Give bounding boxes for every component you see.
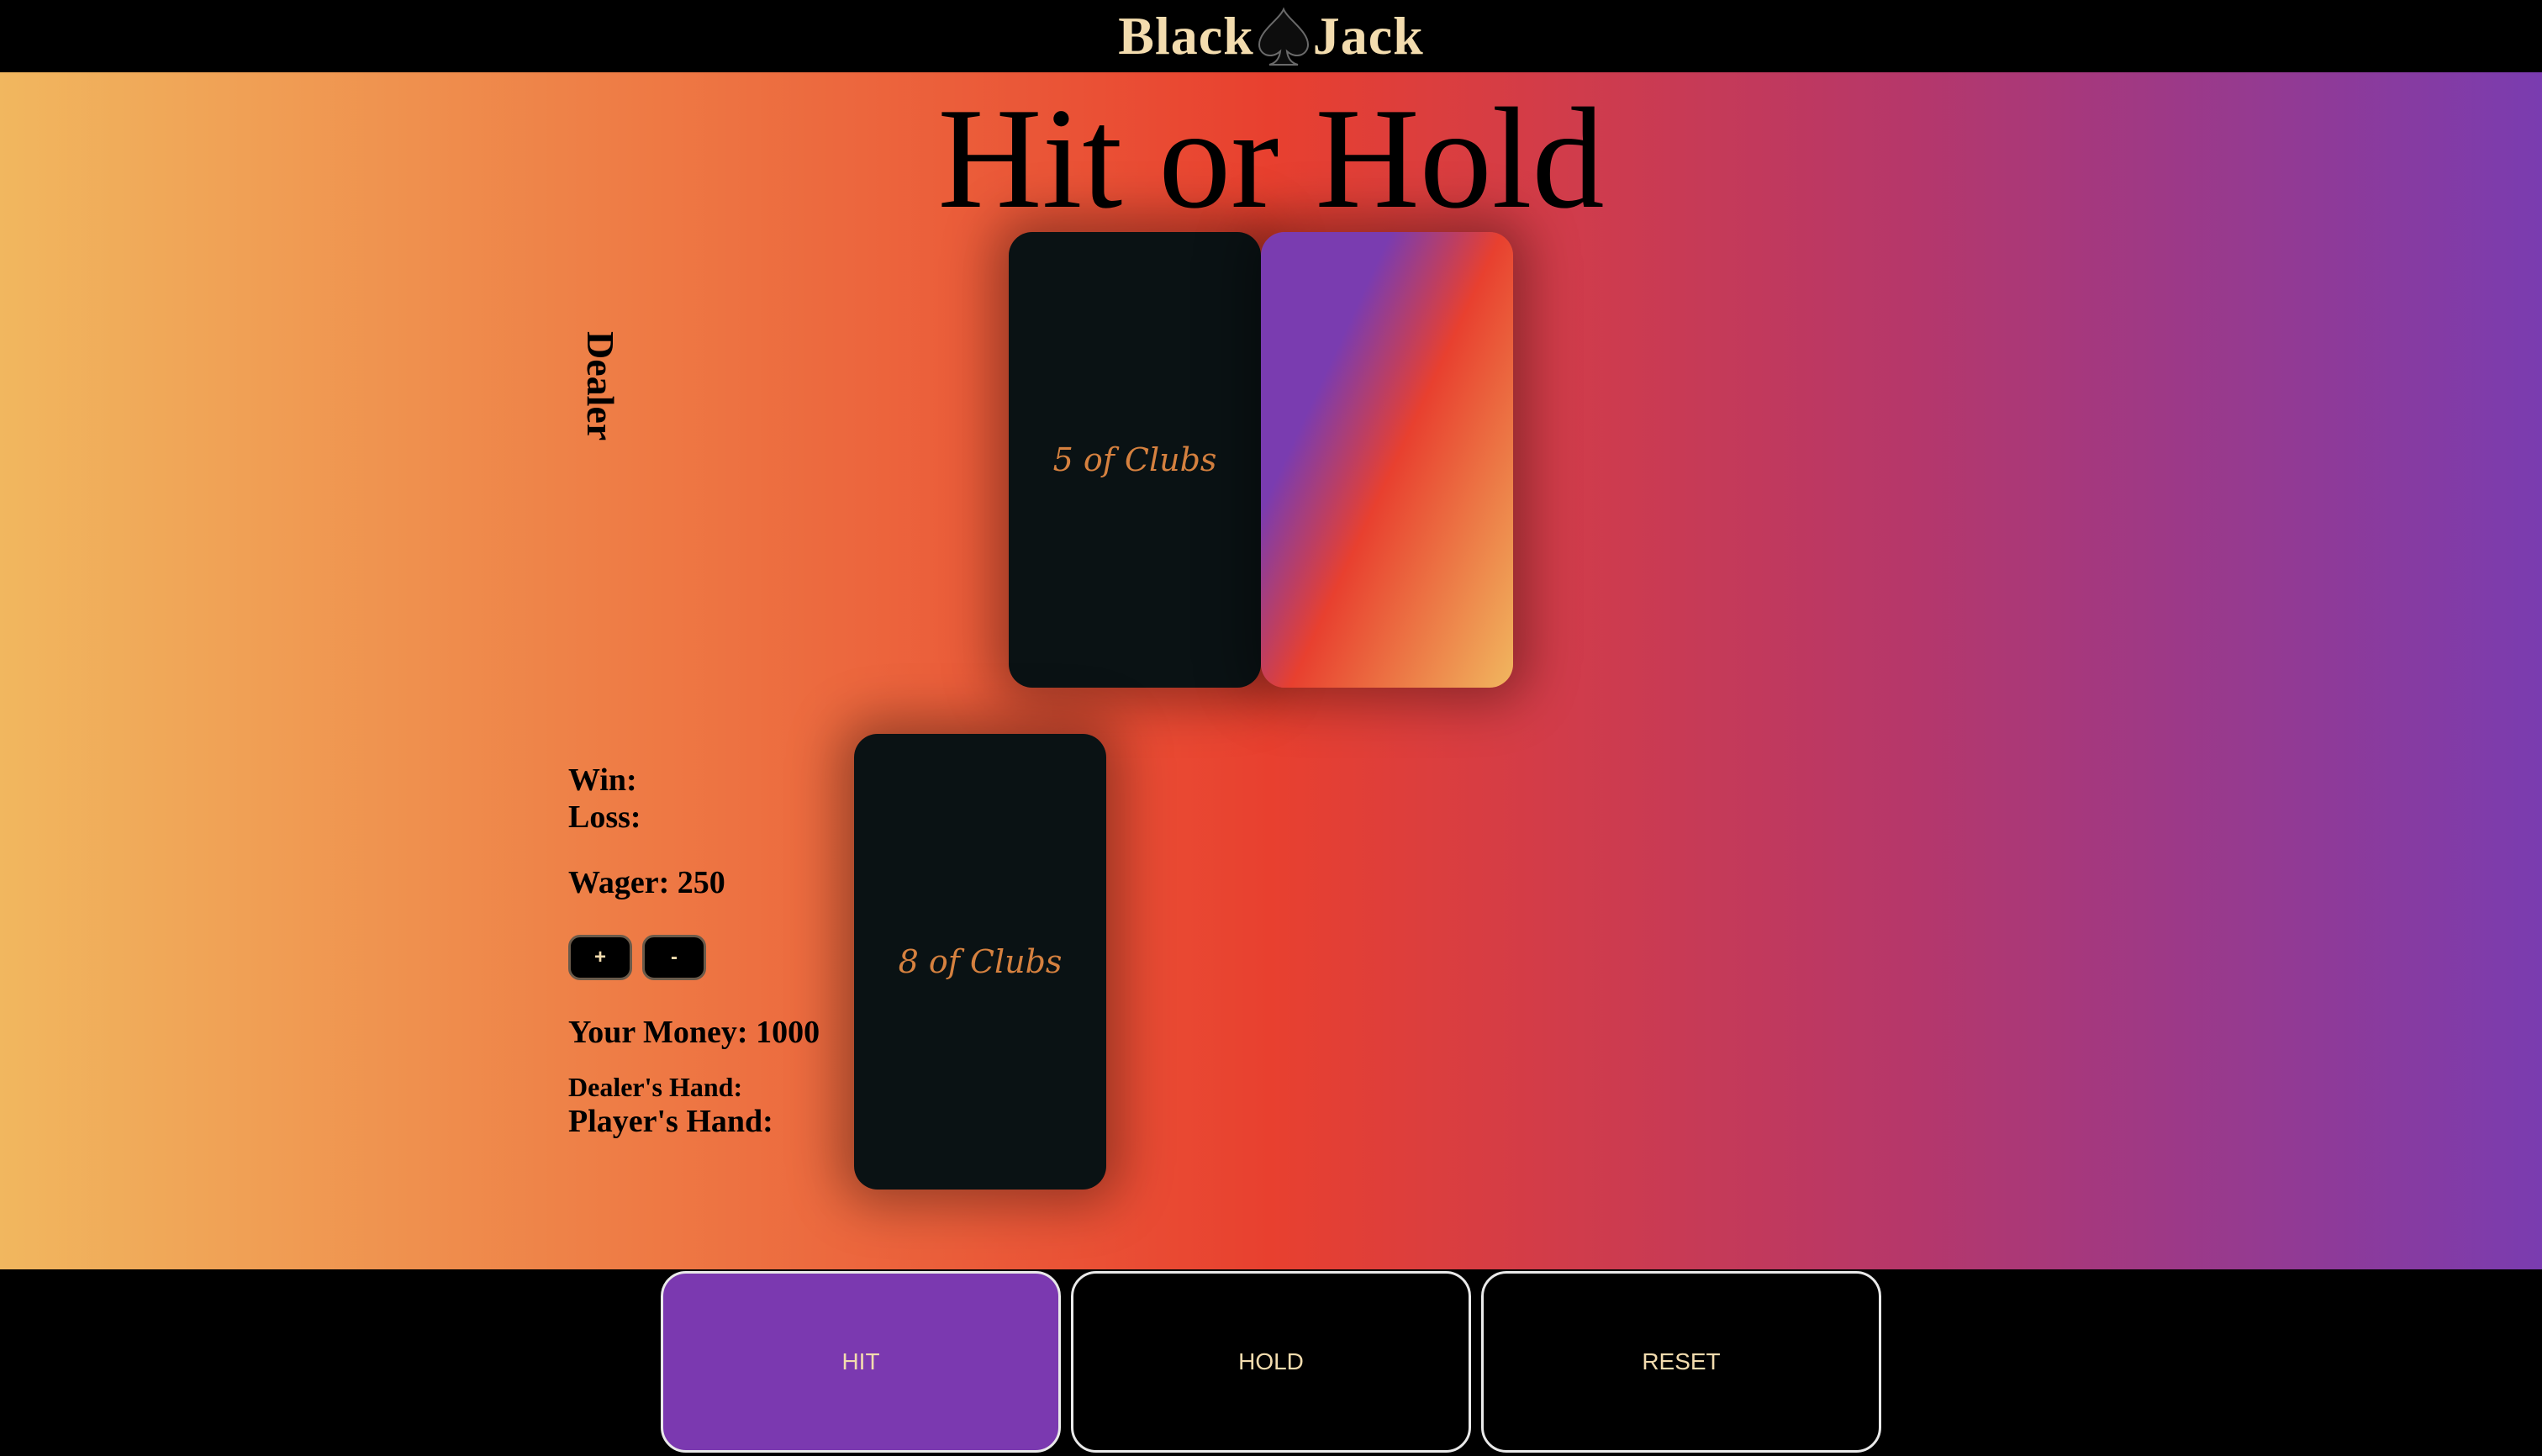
player-card: 8 of Clubs (854, 734, 1106, 1190)
top-header: Black Jack (0, 0, 2542, 72)
card-label: 5 of Clubs (1052, 441, 1217, 478)
wager-controls: + - (568, 935, 820, 980)
increase-wager-button[interactable]: + (568, 935, 632, 980)
app-frame: Black Jack Hit or Hold Dealer 5 of Clubs… (0, 0, 2542, 1456)
game-table: Hit or Hold Dealer 5 of Clubs 8 of Clubs… (0, 72, 2542, 1269)
wager-label: Wager: 250 (568, 865, 725, 900)
card-label: 8 of Clubs (898, 943, 1063, 980)
action-bar: HIT HOLD RESET (0, 1269, 2542, 1456)
logo-text-black: Black (1118, 6, 1254, 66)
spade-icon (1256, 6, 1311, 66)
decrease-wager-button[interactable]: - (642, 935, 706, 980)
hit-button[interactable]: HIT (661, 1271, 1061, 1453)
money-label: Your Money: 1000 (568, 1015, 820, 1050)
page-title: Hit or Hold (937, 79, 1605, 239)
win-label: Win: (568, 762, 637, 798)
dealer-hand-label: Dealer's Hand: (568, 1072, 743, 1102)
reset-button[interactable]: RESET (1481, 1271, 1881, 1453)
dealer-label: Dealer (579, 331, 622, 441)
dealer-card-facedown (1261, 232, 1513, 688)
dealer-card: 5 of Clubs (1009, 232, 1261, 688)
stats-panel: Win: Loss: Wager: 250 + - Your Money: 10… (568, 762, 820, 1140)
app-logo: Black Jack (1118, 5, 1423, 67)
hold-button[interactable]: HOLD (1071, 1271, 1471, 1453)
logo-text-jack: Jack (1312, 6, 1424, 66)
player-hand-label: Player's Hand: (568, 1104, 773, 1139)
loss-label: Loss: (568, 799, 641, 835)
